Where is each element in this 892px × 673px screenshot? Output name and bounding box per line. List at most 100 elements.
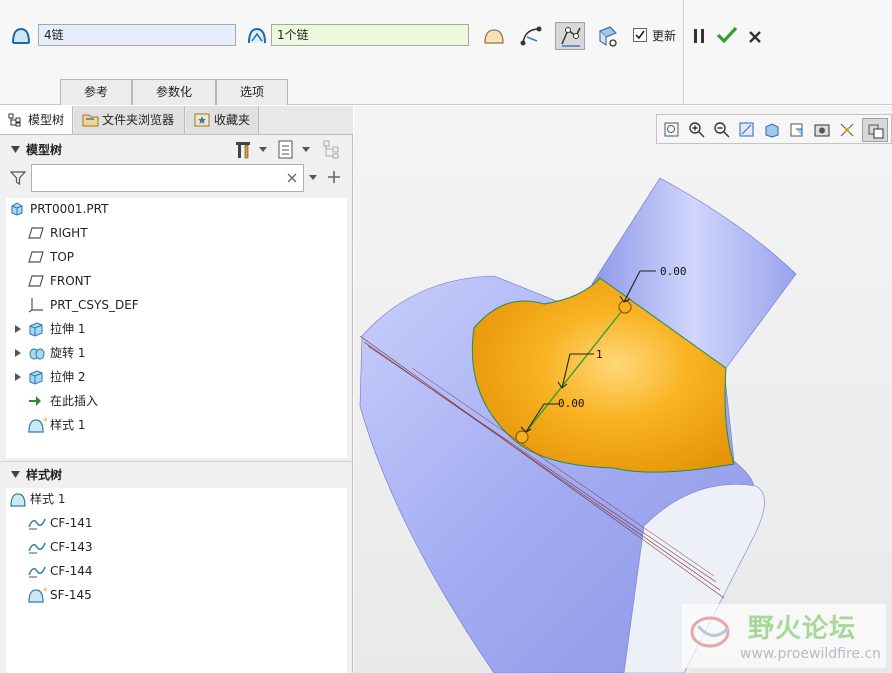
update-checkbox[interactable] [633,28,647,42]
insert-arrow-icon [29,396,41,406]
tree-node-label: SF-145 [50,588,92,602]
tree-node-label: RIGHT [50,226,88,240]
pause-icon[interactable] [692,28,706,44]
connection-toggle-button[interactable] [555,22,585,50]
dashboard-separator [683,0,684,104]
refit-icon[interactable] [663,121,681,139]
curve-icon [28,518,46,530]
csys-icon [28,298,43,313]
tree-node-label: 样式 1 [50,418,86,432]
style-tree-list: 样式 1 CF-141 CF-143 CF-144 * SF-145 [6,488,347,673]
clear-x-icon[interactable] [287,173,297,183]
tree-node-label: PRT0001.PRT [30,202,109,216]
tree-node-label: CF-143 [50,540,93,554]
tab-model-tree-label: 模型树 [28,113,65,127]
confirm-check-icon[interactable] [716,25,738,45]
repaint-icon[interactable] [738,121,756,139]
tab-references[interactable]: 参考 [60,79,132,105]
dimension-label-mid[interactable]: 1 [596,348,603,361]
model-tree-list: PRT0001.PRT RIGHT TOP FRONT PRT_CSYS_DEF… [6,198,347,458]
tab-folder-browser[interactable]: 文件夹浏览器 [74,106,185,134]
view-manager-icon[interactable] [813,121,831,139]
tree-node-label: TOP [50,250,75,264]
chevron-down-icon[interactable] [309,175,317,181]
tab-favorites[interactable]: 收藏夹 [186,106,259,134]
tree-node-label: 在此插入 [50,394,99,408]
tree-node-label: PRT_CSYS_DEF [50,298,139,312]
watermark-url: www.proewildfire.cn [740,646,882,662]
svg-text:*: * [43,417,48,427]
tree-node-label: 拉伸 1 [50,322,86,336]
control-point-bottom[interactable] [515,430,529,444]
curve-network-icon[interactable] [246,25,268,47]
boundary-surface-icon[interactable] [10,25,32,47]
connection-icon [561,27,581,47]
model-tree-header[interactable]: 模型树 [0,138,348,162]
chain-count-field[interactable]: 1个链 [271,24,469,46]
favorites-icon [194,113,210,127]
style-icon [10,493,26,507]
cancel-x-icon[interactable] [747,29,763,45]
saved-orientations-icon[interactable] [788,121,806,139]
revolve-icon [29,348,45,360]
tab-model-tree[interactable]: 模型树 [0,106,73,134]
extrude-icon [29,370,43,385]
model-tree-title: 模型树 [26,143,63,157]
style-surface-icon: * [28,587,48,603]
dimension-label-bottom[interactable]: 0.00 [558,397,585,410]
zoom-in-icon[interactable] [688,121,706,139]
view-toolbar [656,114,892,144]
tree-node-label: FRONT [50,274,91,288]
datum-plane-icon [28,227,44,239]
perspective-icon[interactable] [838,121,856,139]
zoom-out-icon[interactable] [713,121,731,139]
datum-display-icon [868,124,884,139]
tree-node-label: CF-144 [50,564,93,578]
style-tree-title: 样式树 [26,468,63,482]
style-icon: * [28,417,48,433]
tab-options[interactable]: 选项 [216,79,288,105]
expand-triangle-icon[interactable] [14,349,22,357]
dimension-label-top[interactable]: 0.00 [660,265,687,278]
update-label: 更新 [652,29,677,43]
filter-icon[interactable] [10,170,26,186]
tree-divider [0,461,353,462]
datum-display-filter-button[interactable] [862,118,888,142]
curve-icon [28,566,46,578]
settings-tools-icon[interactable] [234,139,254,161]
extrude-icon [29,322,43,337]
display-style-icon[interactable] [763,121,781,139]
tab-favorites-label: 收藏夹 [214,113,251,127]
tree-columns-icon[interactable] [322,139,344,161]
svg-text:*: * [43,587,48,597]
datum-plane-icon [28,251,44,263]
model-graphics[interactable]: 0.00 1 0.00 [354,106,892,673]
datum-plane-icon [28,275,44,287]
tab-parameterize[interactable]: 参数化 [132,79,216,105]
folder-icon [82,114,99,127]
tree-node-label: 样式 1 [30,492,66,506]
expand-triangle-icon[interactable] [14,325,22,333]
show-options-icon[interactable] [277,140,295,160]
style-dashboard: 4链 1个链 更新 参考 参数化 选项 [0,0,892,105]
graphics-viewport[interactable]: 0.00 1 0.00 野火论坛 www.proewildfire.cn [354,106,892,673]
expand-triangle-icon[interactable] [14,373,22,381]
tree-node-label: 旋转 1 [50,346,86,360]
add-plus-icon[interactable] [327,170,341,184]
style-tree-header[interactable]: 样式树 [0,463,348,487]
chevron-down-icon[interactable] [302,147,310,153]
chain-collector-field[interactable]: 4链 [38,24,236,46]
chevron-down-icon[interactable] [259,147,267,153]
surface-shape-icon[interactable] [482,24,506,48]
navigator-panel: 模型树 文件夹浏览器 收藏夹 模型树 PRT0001.PRT RIGHT TOP… [0,106,353,673]
control-point-top[interactable] [618,300,632,314]
collapse-triangle-icon [11,471,20,478]
internal-curve-icon[interactable] [519,23,545,49]
part-icon [11,202,23,216]
watermark-logo [690,616,730,648]
collapse-triangle-icon [11,146,20,153]
tab-folder-browser-label: 文件夹浏览器 [102,113,175,127]
tree-node-label: CF-141 [50,516,93,530]
tree-search-input[interactable] [31,164,304,192]
preview-glasses-icon[interactable] [595,23,621,49]
